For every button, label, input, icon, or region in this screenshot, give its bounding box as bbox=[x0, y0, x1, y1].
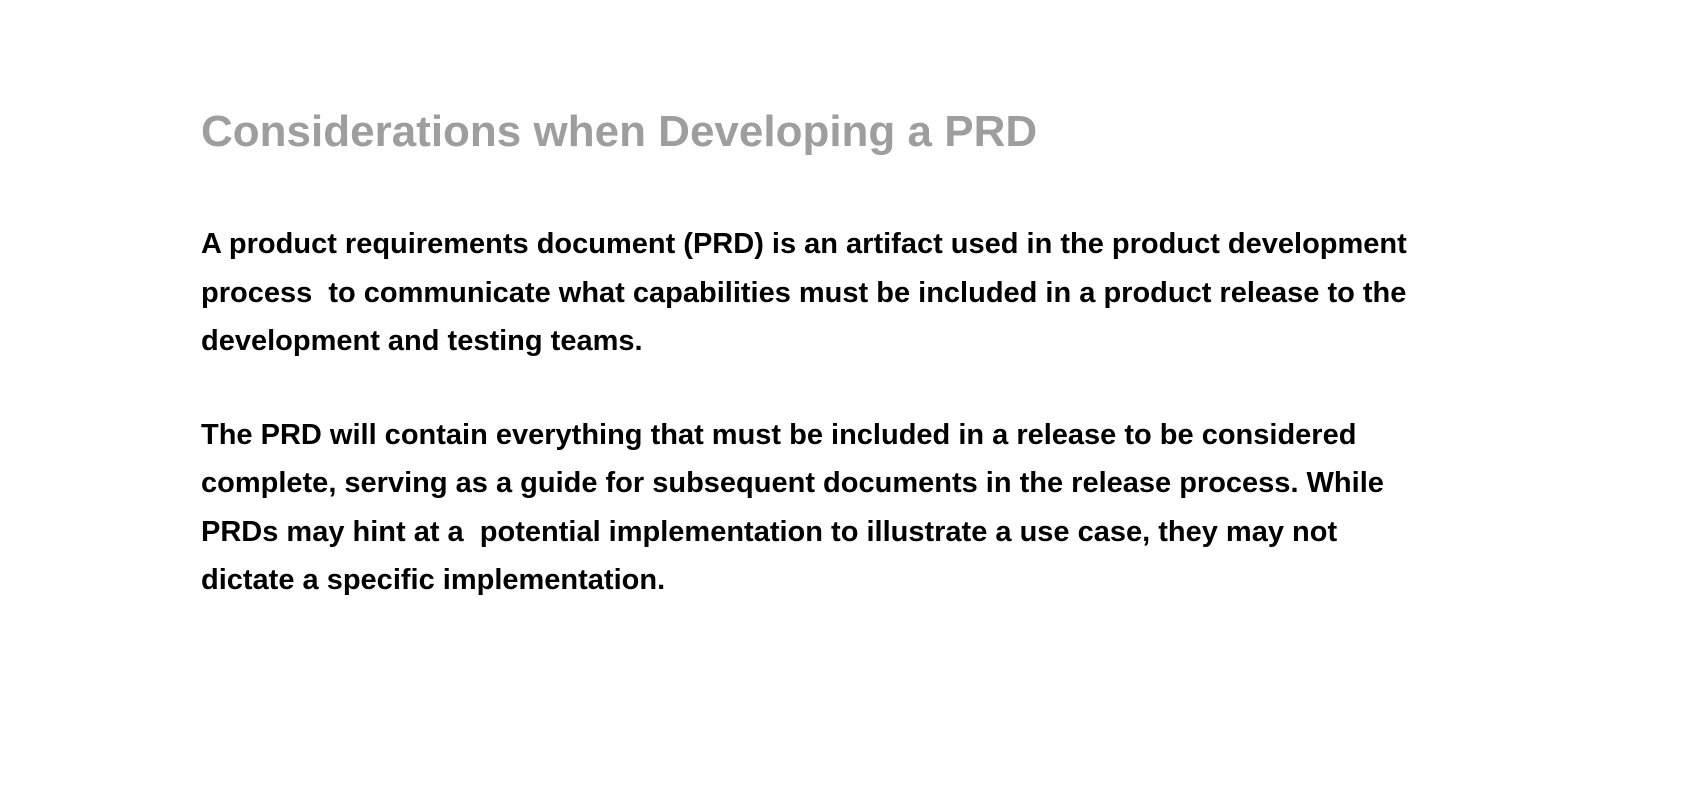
paragraph-line: development and testing teams. bbox=[201, 325, 643, 357]
slide: Considerations when Developing a PRD A p… bbox=[0, 0, 1700, 789]
paragraph-line: dictate a specific implementation. bbox=[201, 564, 666, 596]
paragraph-line: The PRD will contain everything that mus… bbox=[201, 418, 1357, 451]
paragraph-line: A product requirements document (PRD) is… bbox=[201, 228, 1407, 260]
slide-title: Considerations when Developing a PRD bbox=[201, 107, 1038, 156]
paragraph-line: process to communicate what capabilities… bbox=[201, 276, 1407, 309]
paragraph-line: PRDs may hint at a potential implementat… bbox=[201, 515, 1338, 548]
detail-paragraph: The PRD will contain everything that mus… bbox=[201, 411, 1501, 605]
intro-paragraph: A product requirements document (PRD) is… bbox=[201, 220, 1501, 366]
slide-body: A product requirements document (PRD) is… bbox=[201, 220, 1501, 605]
paragraph-line: complete, serving as a guide for subsequ… bbox=[201, 467, 1384, 499]
